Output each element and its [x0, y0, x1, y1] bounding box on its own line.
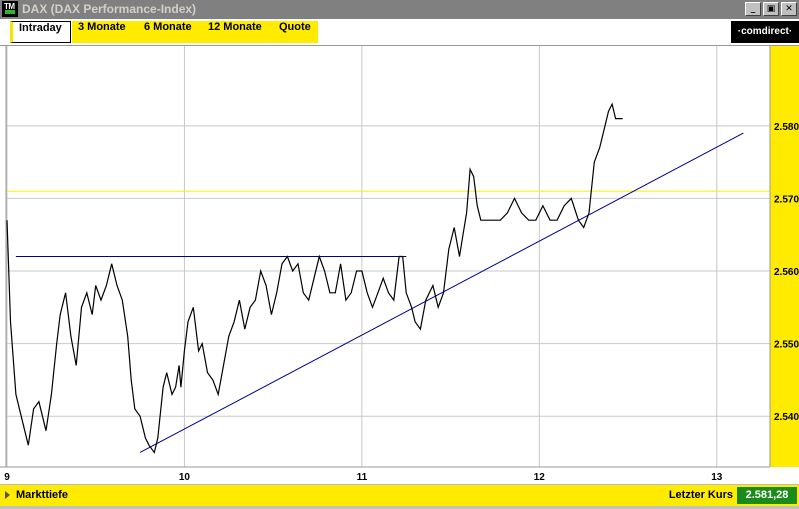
last-price-value: 2.581,28: [737, 487, 797, 504]
expand-arrow-icon[interactable]: [5, 491, 10, 499]
x-tick-label: 11: [357, 472, 368, 483]
x-tick-label: 12: [534, 472, 546, 483]
markttiefe-link[interactable]: Markttiefe: [16, 489, 68, 501]
y-tick-label: 2.570: [774, 194, 799, 205]
x-tick-label: 10: [179, 472, 191, 483]
status-bar: Markttiefe Letzter Kurs 2.581,28: [0, 484, 799, 506]
intraday-chart: 2.540 2.550 2.560 2.570 2.580 9 10 11 12 13: [0, 46, 799, 483]
y-tick-label: 2.560: [774, 267, 799, 278]
price-series-line: [6, 102, 623, 454]
y-tick-label: 2.550: [774, 340, 799, 351]
y-tick-label: 2.580: [774, 122, 799, 133]
letzter-kurs-label: Letzter Kurs: [668, 489, 733, 501]
y-tick-label: 2.540: [774, 412, 799, 423]
x-tick-label: 13: [711, 472, 723, 483]
trend-line: [139, 132, 744, 453]
x-tick-label: 9: [4, 472, 10, 483]
